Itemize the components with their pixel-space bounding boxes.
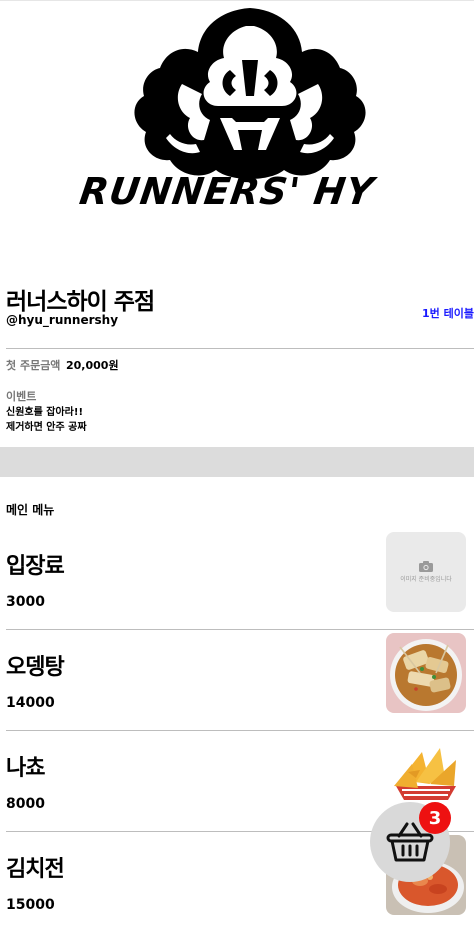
fishcake-soup-image (386, 633, 466, 713)
store-handle: @hyu_runnershy (6, 313, 119, 327)
min-order-value: 20,000원 (66, 359, 119, 372)
menu-item-price: 3000 (6, 594, 45, 610)
menu-item-price: 14000 (6, 695, 55, 711)
menu-item-fishcake-soup[interactable]: 오뎅탕 14000 (6, 631, 474, 731)
table-number-label: 1번 테이블 (422, 307, 474, 320)
section-separator (0, 447, 474, 477)
event-description-line: 신원호를 잡아라!! (6, 407, 84, 418)
menu-item-name: 입장료 (6, 554, 65, 579)
event-description-line: 제거하면 안주 공짜 (6, 422, 87, 433)
menu-section-title: 메인 메뉴 (6, 503, 55, 517)
event-title: 이벤트 (6, 390, 37, 403)
menu-item-name: 김치전 (6, 857, 65, 882)
logo-wordmark: RUNNERS' HY (76, 170, 377, 213)
min-order-label: 첫 주문금액 (6, 359, 61, 372)
menu-item-name: 오뎅탕 (6, 655, 65, 680)
camera-icon (419, 561, 433, 572)
item-divider (6, 730, 474, 731)
menu-item-price: 15000 (6, 897, 55, 913)
menu-item-price: 8000 (6, 796, 45, 812)
divider (6, 348, 474, 349)
menu-item-image-placeholder: 이미지 준비중입니다 (386, 532, 466, 612)
item-divider (6, 629, 474, 630)
no-image-text: 이미지 준비중입니다 (400, 576, 452, 583)
menu-item-entrance-fee[interactable]: 입장료 3000 이미지 준비중입니다 (6, 530, 474, 630)
store-name: 러너스하이 주점 (6, 289, 155, 315)
menu-item-name: 나쵸 (6, 756, 45, 781)
cart-count-badge: 3 (419, 802, 451, 834)
nachos-image (386, 734, 466, 814)
